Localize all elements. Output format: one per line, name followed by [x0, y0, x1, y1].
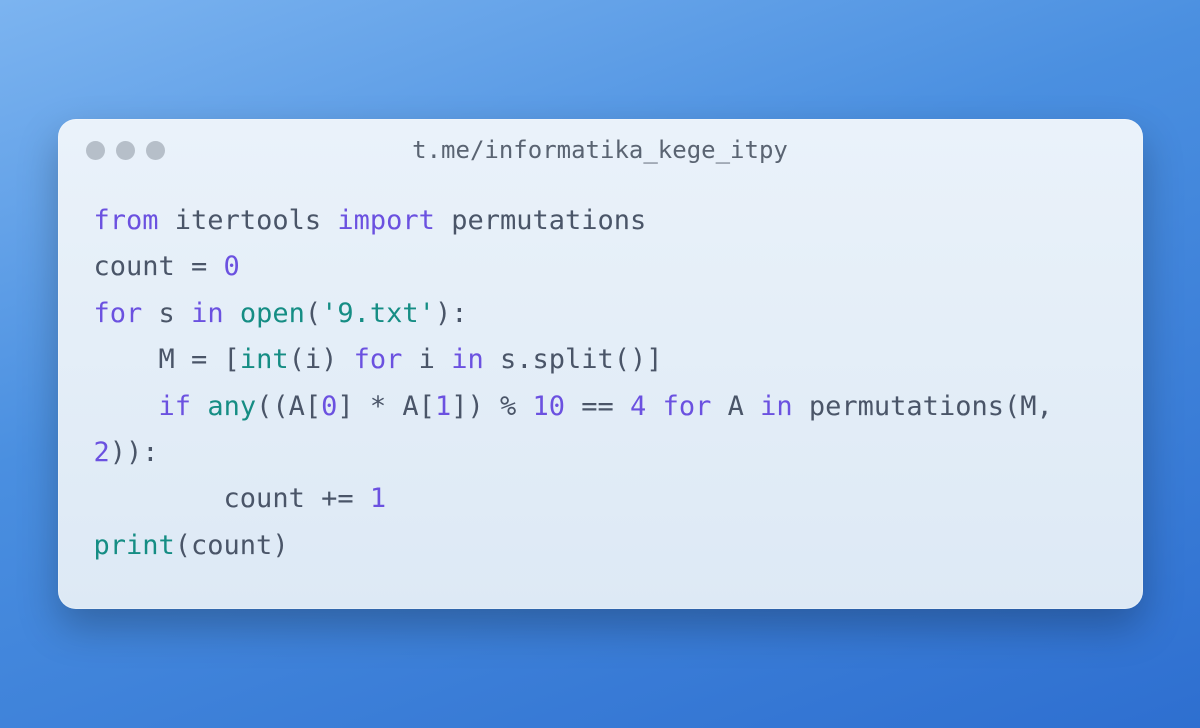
code-token-num: 1 [435, 391, 451, 422]
code-token-name: s.split()] [484, 344, 663, 375]
code-token-kw: in [451, 344, 484, 375]
code-token-fn: any [207, 391, 256, 422]
code-token-num: 4 [630, 391, 646, 422]
code-token [321, 205, 337, 236]
code-token-name: A [711, 391, 760, 422]
code-token-kw: from [94, 205, 159, 236]
code-token-name: (i) [289, 344, 354, 375]
code-token-name: ]) % [451, 391, 532, 422]
maximize-icon[interactable] [146, 141, 165, 160]
code-token-name: itertools [175, 205, 321, 236]
window-title: t.me/informatika_kege_itpy [58, 136, 1143, 164]
minimize-icon[interactable] [116, 141, 135, 160]
code-token [224, 298, 240, 329]
code-token-name: (count) [175, 530, 289, 561]
code-token-num: 1 [370, 483, 386, 514]
code-token-kw: for [354, 344, 403, 375]
code-token-kw: if [159, 391, 192, 422]
code-token-name: permutations(M, [793, 391, 1069, 422]
code-token-name: count += [94, 483, 370, 514]
code-block: from itertools import permutations count… [58, 170, 1143, 610]
code-token-kw: in [760, 391, 793, 422]
traffic-lights [86, 141, 165, 160]
close-icon[interactable] [86, 141, 105, 160]
code-token-kw: for [94, 298, 143, 329]
code-token-name: s [142, 298, 191, 329]
code-token-num: 10 [532, 391, 565, 422]
code-token-name: ] * A[ [337, 391, 435, 422]
code-token-str: '9.txt' [321, 298, 435, 329]
code-token-name: M = [ [94, 344, 240, 375]
code-token [159, 205, 175, 236]
code-token-fn: print [94, 530, 175, 561]
code-token-name: i [402, 344, 451, 375]
code-token-name: ): [435, 298, 468, 329]
code-token-name: ((A[ [256, 391, 321, 422]
code-token-kw: in [191, 298, 224, 329]
code-token-num: 2 [94, 437, 110, 468]
code-token-num: 0 [224, 251, 240, 282]
code-token-num: 0 [321, 391, 337, 422]
code-token-name: ( [305, 298, 321, 329]
code-token-fn: int [240, 344, 289, 375]
code-window: t.me/informatika_kege_itpy from itertool… [58, 119, 1143, 610]
code-token-name [94, 391, 159, 422]
code-token [435, 205, 451, 236]
code-token-name [191, 391, 207, 422]
code-token-name [646, 391, 662, 422]
code-token-name: count = [94, 251, 224, 282]
code-token-kw: for [663, 391, 712, 422]
code-token-fn: open [240, 298, 305, 329]
code-token-name: == [565, 391, 630, 422]
code-token-kw: import [337, 205, 435, 236]
code-token-name: permutations [451, 205, 646, 236]
window-titlebar: t.me/informatika_kege_itpy [58, 119, 1143, 170]
code-token-name: )): [110, 437, 159, 468]
